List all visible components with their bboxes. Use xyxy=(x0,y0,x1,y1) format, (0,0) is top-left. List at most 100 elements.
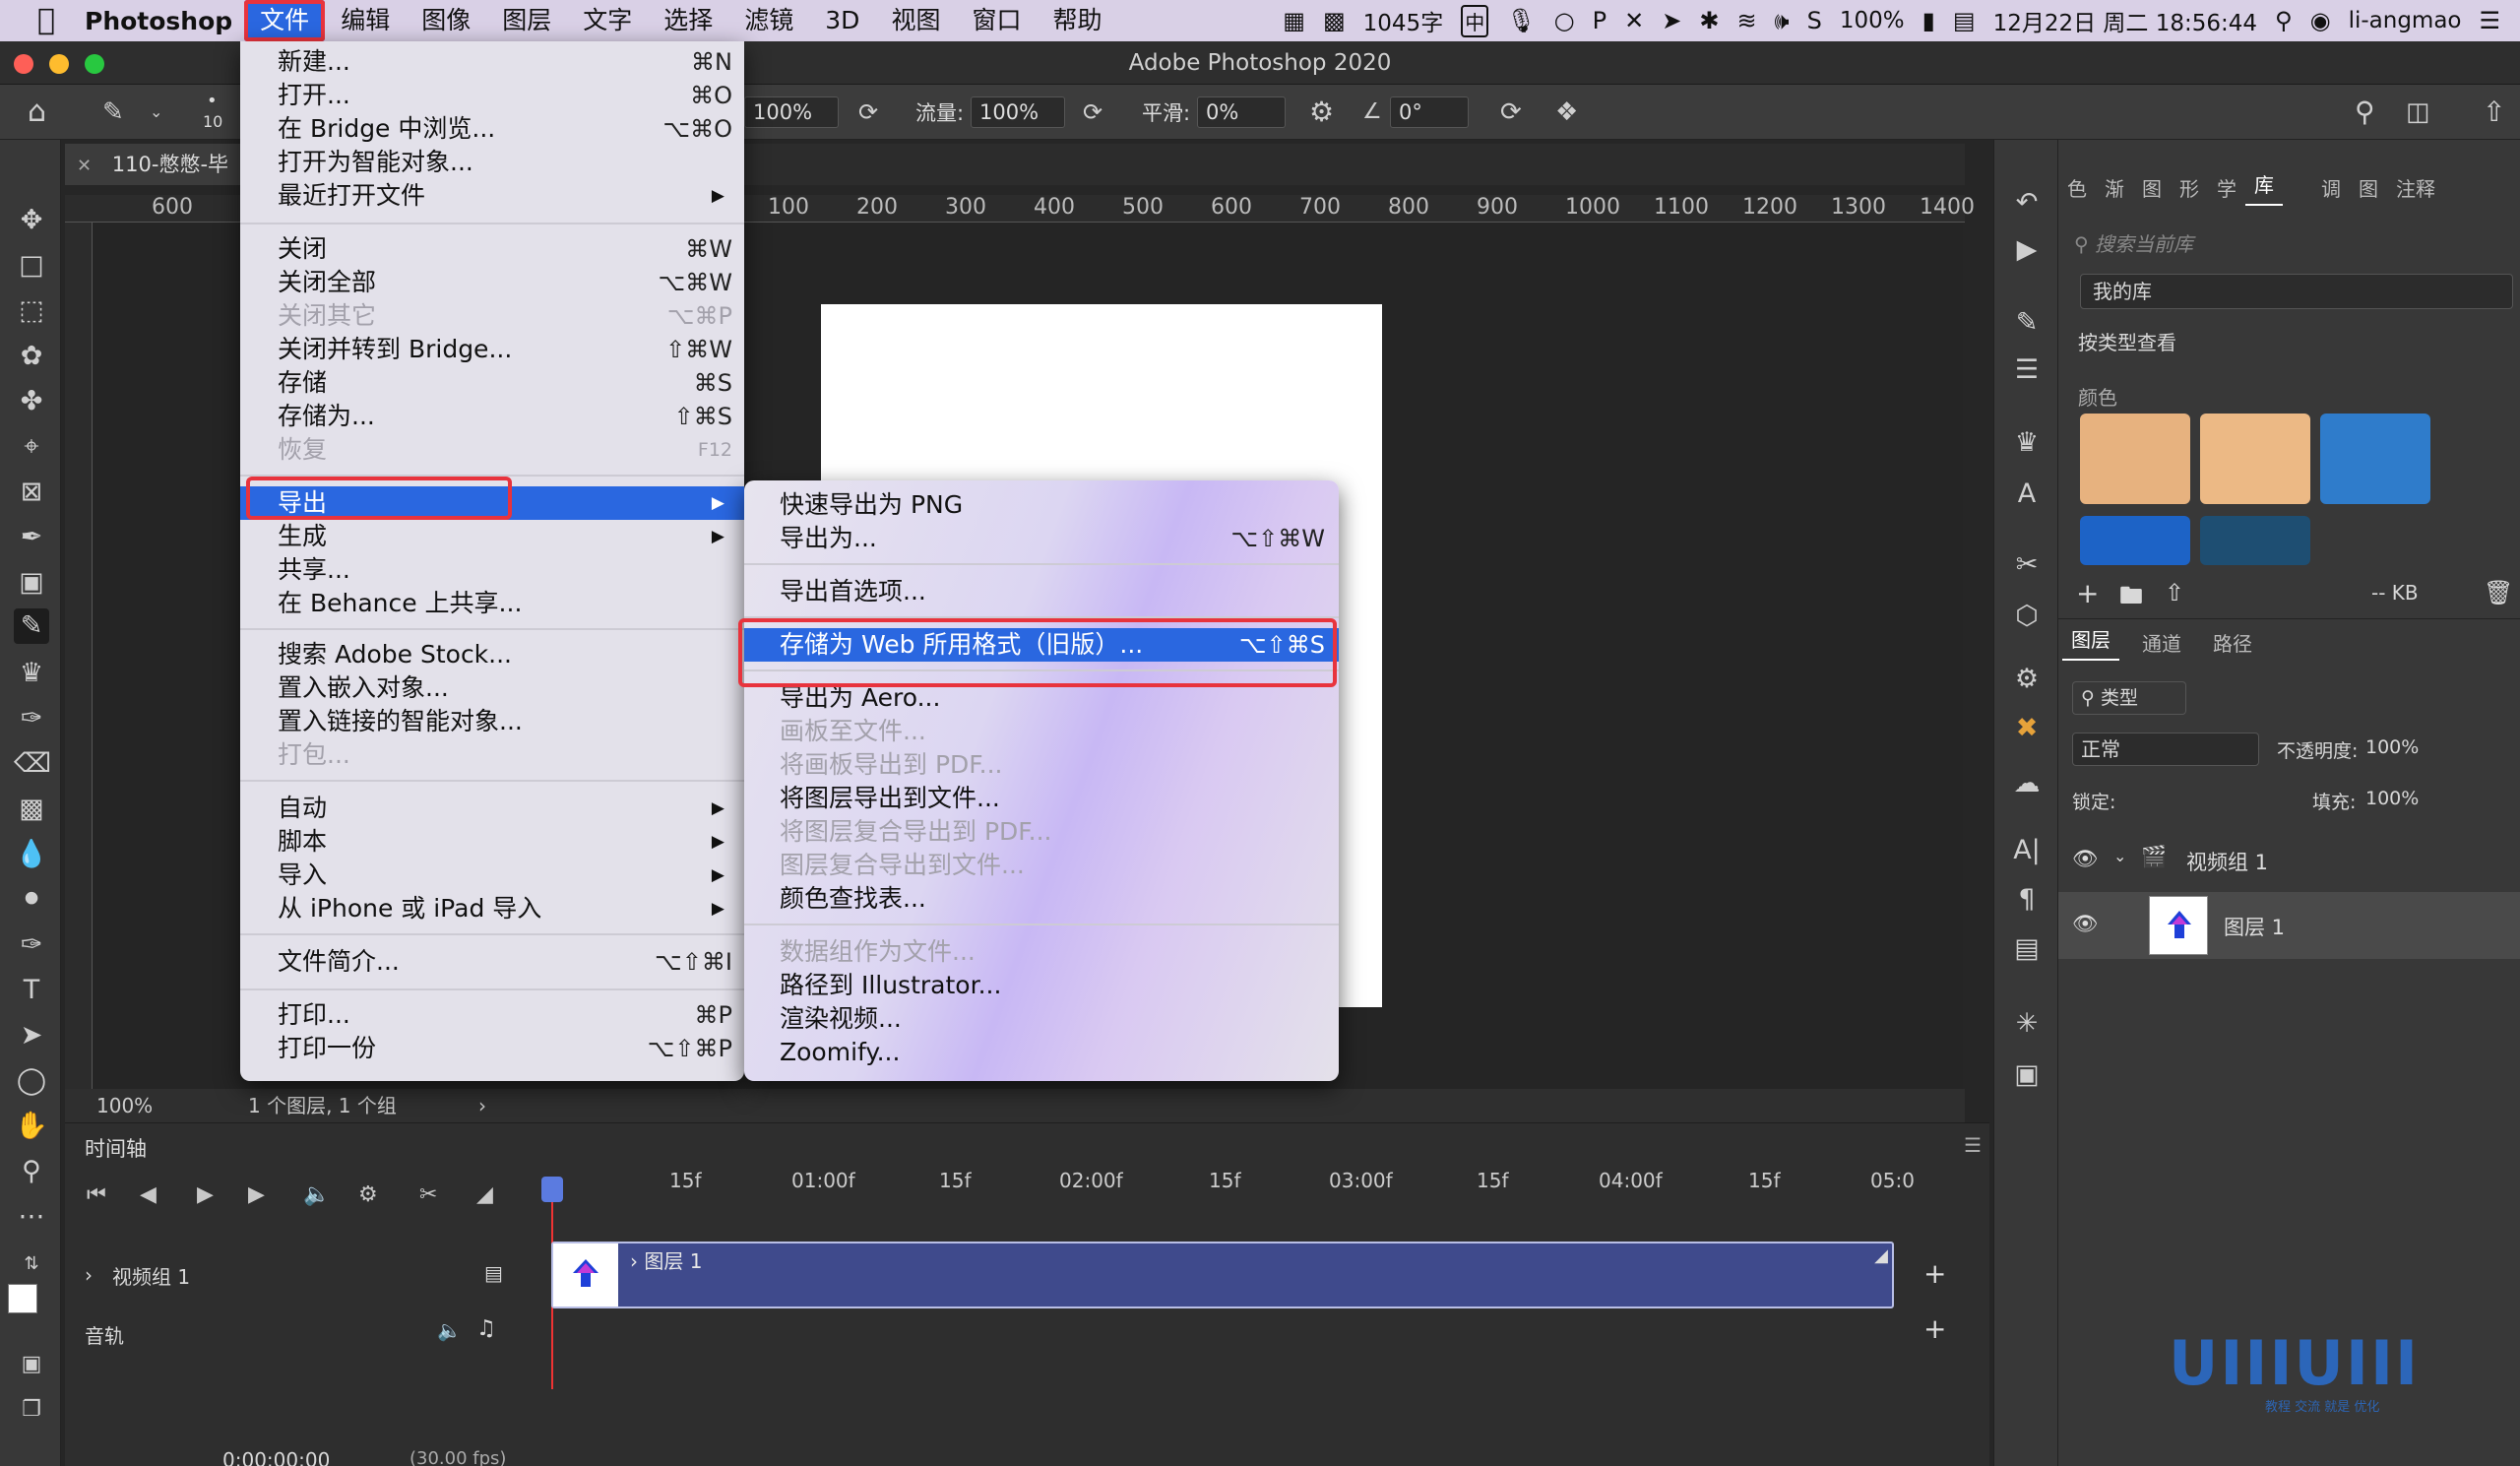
brush-tool-icon[interactable]: ✎ xyxy=(14,608,49,644)
quick-select-tool-icon[interactable]: ✤ xyxy=(14,384,49,419)
view-by-type-dropdown[interactable]: 按类型查看 xyxy=(2078,327,2176,355)
tab-libraries[interactable]: 库 xyxy=(2245,169,2283,206)
menu-item-quick-export-png[interactable]: 快速导出为 PNG xyxy=(744,488,1339,522)
more-tools-icon[interactable]: ⋯ xyxy=(14,1199,49,1235)
layer-row-video-group[interactable]: 👁 ⌄ 🎬 视频组 1 xyxy=(2058,831,2520,892)
menu-item-render-video[interactable]: 渲染视频... xyxy=(744,1002,1339,1036)
3d-icon[interactable]: ⬡ xyxy=(2009,599,2045,634)
film-strip-icon[interactable]: ▤ xyxy=(484,1261,503,1285)
plugin-icon[interactable]: ✖ xyxy=(2009,711,2045,746)
pressure-opacity-icon[interactable]: ⟳ xyxy=(858,98,878,126)
library-search-input[interactable]: ⚲ 搜索当前库 xyxy=(2074,226,2507,262)
ellipse-tool-icon[interactable]: ◯ xyxy=(14,1063,49,1099)
wechat-icon[interactable]: ○ xyxy=(1554,7,1575,34)
smoothing-field[interactable]: 0% xyxy=(1197,96,1286,128)
menu-item-save[interactable]: 存储 ⌘S xyxy=(240,366,744,400)
menu-item-automate[interactable]: 自动 ▶ xyxy=(240,792,744,825)
menu-select[interactable]: 选择 xyxy=(648,0,728,41)
menu-type[interactable]: 文字 xyxy=(567,0,648,41)
wifi-icon[interactable]: ≋ xyxy=(1736,7,1756,34)
clip-end-icon[interactable]: ◢ xyxy=(1874,1245,1888,1266)
add-element-icon[interactable]: + xyxy=(2076,577,2099,609)
blur-tool-icon[interactable]: 💧 xyxy=(14,837,49,872)
history-brush-tool-icon[interactable]: ✑ xyxy=(14,701,49,736)
hand-tool-icon[interactable]: ✋ xyxy=(14,1109,49,1144)
tab-channels[interactable]: 通道 xyxy=(2133,628,2190,657)
x-icon[interactable]: ✕ xyxy=(1624,7,1644,34)
zoom-tool-icon[interactable]: ⚲ xyxy=(14,1154,49,1189)
tab-notes[interactable]: 注释 xyxy=(2387,173,2444,202)
workspace-icon[interactable]: ◫ xyxy=(2406,97,2430,127)
menu-item-export-preferences[interactable]: 导出首选项... xyxy=(744,575,1339,608)
blend-mode-select[interactable]: 正常 xyxy=(2072,733,2259,766)
library-select[interactable]: 我的库 xyxy=(2080,274,2513,309)
split-scissors-icon[interactable]: ✂ xyxy=(419,1182,437,1207)
menu-item-new[interactable]: 新建... ⌘N xyxy=(240,45,744,79)
gradient-tool-icon[interactable]: ▩ xyxy=(14,792,49,827)
transition-icon[interactable]: ◢ xyxy=(476,1182,493,1207)
tool-presets-icon[interactable]: ✂ xyxy=(2009,547,2045,583)
menu-item-generate[interactable]: 生成 ▶ xyxy=(240,520,744,553)
chevron-right-icon[interactable]: › xyxy=(478,1089,486,1122)
tab-paths[interactable]: 路径 xyxy=(2204,628,2261,657)
minimize-window-button[interactable] xyxy=(49,54,69,74)
menu-item-import[interactable]: 导入 ▶ xyxy=(240,859,744,892)
menu-item-open[interactable]: 打开... ⌘O xyxy=(240,79,744,112)
app-menu[interactable]: Photoshop xyxy=(85,7,232,35)
upload-icon[interactable]: ⇧ xyxy=(2165,579,2184,606)
quick-mask-icon[interactable]: ▣ xyxy=(14,1347,49,1382)
input-method[interactable]: 中 xyxy=(1461,4,1489,37)
s-icon[interactable]: S xyxy=(1807,7,1822,34)
menu-item-open-smart-object[interactable]: 打开为智能对象... xyxy=(240,146,744,179)
document-tab[interactable]: ✕ 110-憋憋-毕 xyxy=(65,144,252,185)
panel-menu-icon[interactable]: ☰ xyxy=(1964,1133,1982,1157)
marquee-tool-icon[interactable]: ⬚ xyxy=(14,293,49,329)
layer-row-layer1[interactable]: 👁 图层 1 xyxy=(2058,892,2520,959)
character-icon[interactable]: A| xyxy=(2009,833,2045,868)
layer-name[interactable]: 图层 1 xyxy=(2224,912,2285,941)
siri-icon[interactable]: ◉ xyxy=(2310,7,2331,34)
tab-patterns[interactable]: 图 xyxy=(2133,173,2171,202)
layer-filter-select[interactable]: ⚲ 类型 xyxy=(2072,681,2186,715)
battery-icon[interactable]: ▮ xyxy=(1922,7,1935,34)
move-tool-icon[interactable]: ✥ xyxy=(14,203,49,238)
volume-icon[interactable]: 🕪 xyxy=(1775,7,1790,34)
send-icon[interactable]: ➤ xyxy=(1662,7,1681,34)
menu-item-close[interactable]: 关闭 ⌘W xyxy=(240,232,744,266)
trash-icon[interactable]: 🗑 xyxy=(2484,579,2513,606)
audio-volume-icon[interactable]: 🔈 xyxy=(437,1318,462,1342)
menu-item-place-embedded[interactable]: 置入嵌入对象... xyxy=(240,671,744,705)
word-count[interactable]: 1045字 xyxy=(1363,4,1444,37)
lasso-tool-icon[interactable]: ✿ xyxy=(14,339,49,374)
gear-icon[interactable]: ⚙ xyxy=(1309,96,1334,128)
tab-learn[interactable]: 学 xyxy=(2208,173,2245,202)
apple-menu-icon[interactable]:  xyxy=(30,4,63,37)
menu-item-share[interactable]: 共享... xyxy=(240,553,744,587)
video-clip[interactable]: › 图层 1 ◢ xyxy=(551,1242,1894,1308)
path-select-tool-icon[interactable]: ➤ xyxy=(14,1018,49,1053)
control-center-icon[interactable]: ☰ xyxy=(2479,7,2500,34)
app-status-icon[interactable]: ▦ xyxy=(1283,7,1305,34)
adjustments-icon[interactable]: ☰ xyxy=(2009,352,2045,388)
actions-play-icon[interactable]: ▶ xyxy=(2009,232,2045,268)
brush-settings-icon[interactable]: ✎ xyxy=(2009,305,2045,341)
zoom-window-button[interactable] xyxy=(85,54,104,74)
mute-audio-icon[interactable]: 🔈 xyxy=(303,1182,330,1207)
zoom-level[interactable]: 100% xyxy=(96,1089,153,1122)
play-icon[interactable]: ▶ xyxy=(197,1182,214,1207)
menu-3d[interactable]: 3D xyxy=(809,0,875,41)
tab-shapes[interactable]: 形 xyxy=(2171,173,2208,202)
clone-source-icon[interactable]: ♛ xyxy=(2009,425,2045,461)
tab-gradients[interactable]: 渐 xyxy=(2096,173,2133,202)
brush-preset-icon[interactable]: ✎ xyxy=(102,97,124,127)
pressure-size-icon[interactable]: ⟳ xyxy=(1500,97,1522,127)
menu-view[interactable]: 视图 xyxy=(875,0,956,41)
menu-item-export-as[interactable]: 导出为... ⌥⇧⌘W xyxy=(744,522,1339,555)
menu-item-paths-to-illustrator[interactable]: 路径到 Illustrator... xyxy=(744,969,1339,1002)
tab-adjustments[interactable]: 调 xyxy=(2312,173,2350,202)
close-window-button[interactable] xyxy=(14,54,33,74)
cloud-icon[interactable]: ☁ xyxy=(2009,766,2045,801)
pen-tool-icon[interactable]: ✑ xyxy=(14,927,49,963)
colors-section-header[interactable]: 颜色 xyxy=(2078,382,2117,411)
history-icon[interactable]: ↶ xyxy=(2009,185,2045,221)
